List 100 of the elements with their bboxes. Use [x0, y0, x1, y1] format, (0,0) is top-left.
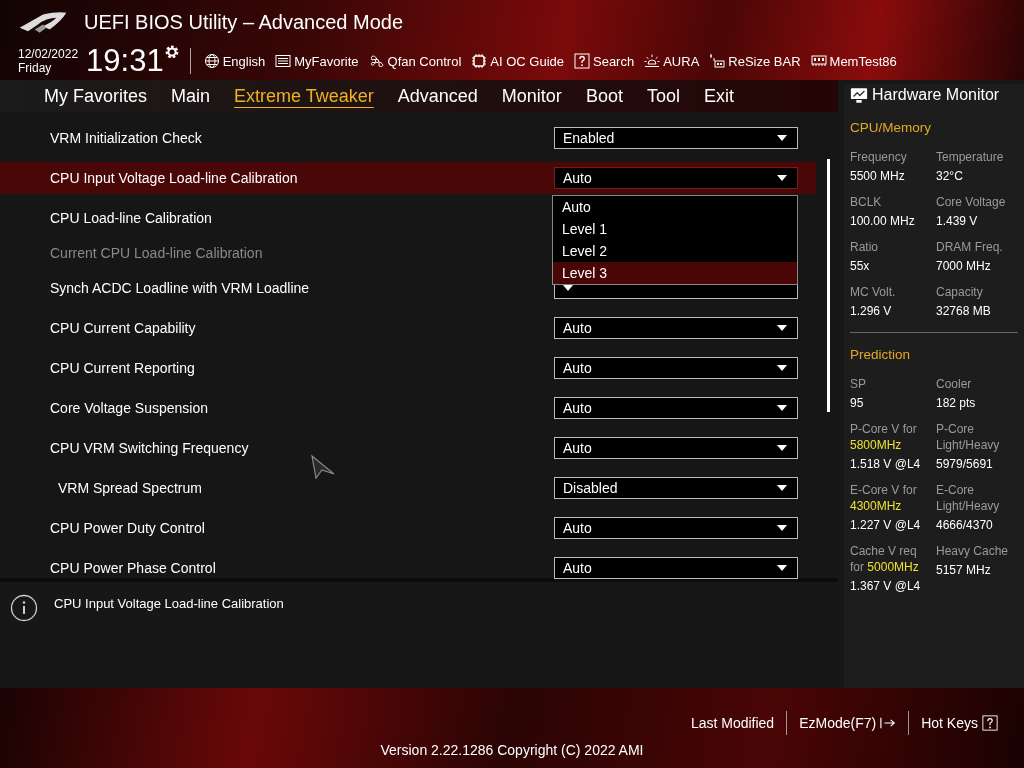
setting-label: CPU Load-line Calibration [50, 210, 212, 226]
sensor-value: 95 [850, 396, 865, 410]
dropdown-option[interactable]: Level 2 [553, 240, 797, 262]
sensor-value: 5157 MHz [936, 563, 992, 577]
globe-icon [203, 53, 220, 69]
info-icon [10, 594, 38, 622]
sensor-label: E-Core V for 4300MHz [850, 482, 918, 514]
sensor-label: BCLK [850, 194, 883, 210]
toolbar-button[interactable]: ReSize BAR [704, 53, 806, 69]
sensor-label: Core Voltage [936, 194, 1007, 210]
sensor-value: 1.296 V [850, 304, 893, 318]
setting-label: VRM Spread Spectrum [58, 480, 202, 496]
menu-tab[interactable]: Boot [573, 80, 635, 112]
section-heading: CPU/Memory [850, 120, 932, 135]
toolbar-button[interactable]: MyFavorite [270, 53, 364, 69]
lamp-icon [644, 53, 661, 69]
sensor-label: Temperature [936, 149, 1005, 165]
menu-tab[interactable]: Monitor [489, 80, 574, 112]
sensor-label: Cooler [936, 376, 973, 392]
caret-icon [777, 135, 787, 141]
card-icon [709, 53, 726, 69]
sensor-label: Capacity [936, 284, 984, 300]
day-text: Friday [18, 61, 53, 75]
caret-icon [777, 525, 787, 531]
sensor-value: 5500 MHz [850, 169, 906, 183]
toolbar-button[interactable]: English [198, 53, 271, 69]
dropdown-field[interactable]: Auto [554, 397, 798, 419]
exit-icon [880, 715, 897, 731]
scrollbar[interactable] [827, 159, 830, 412]
dropdown-field[interactable]: Auto [554, 357, 798, 379]
setting-label: Core Voltage Suspension [50, 400, 208, 416]
dropdown-field[interactable]: Auto [554, 167, 798, 189]
version-text: Version 2.22.1286 Copyright (C) 2022 AMI [380, 742, 644, 758]
setting-label: CPU Power Phase Control [50, 560, 216, 576]
help-text: CPU Input Voltage Load-line Calibration [54, 596, 284, 611]
sensor-label: Heavy Cache [936, 543, 1010, 559]
dropdown-option[interactable]: Level 1 [553, 218, 797, 240]
dropdown-option[interactable]: Level 3 [553, 262, 797, 284]
setting-label: VRM Initialization Check [50, 130, 202, 146]
caret-icon [777, 485, 787, 491]
toolbar-button[interactable]: AI OC Guide [466, 53, 569, 69]
settings-icon[interactable] [163, 44, 180, 60]
menu-tab[interactable]: My Favorites [32, 80, 160, 112]
sensor-label: P-Core V for 5800MHz [850, 421, 918, 453]
dropdown-field[interactable]: Auto [554, 557, 798, 579]
dropdown-field[interactable]: Enabled [554, 127, 798, 149]
menu-tab[interactable]: Advanced [385, 80, 490, 112]
memory-icon [810, 53, 827, 69]
mouse-pointer-icon [310, 454, 336, 480]
sensor-value: 1.367 V @L4 [850, 579, 922, 593]
footer-button[interactable]: EzMode(F7) [787, 715, 909, 731]
setting-label: CPU Current Capability [50, 320, 196, 336]
list-icon [275, 53, 292, 69]
sensor-value: 182 pts [936, 396, 977, 410]
sensor-value: 1.518 V @L4 [850, 457, 922, 471]
caret-icon [777, 405, 787, 411]
sensor-label: DRAM Freq. [936, 239, 1004, 255]
sensor-value: 100.00 MHz [850, 214, 916, 228]
help-icon [574, 53, 590, 69]
caret-icon [777, 325, 787, 331]
section-heading: Prediction [850, 347, 912, 362]
sensor-value: 32°C [936, 169, 964, 183]
sensor-label: SP [850, 376, 867, 392]
panel-title: Hardware Monitor [872, 86, 1000, 104]
toolbar-button[interactable]: AURA [639, 53, 705, 69]
footer-button[interactable]: Last Modified [678, 715, 787, 731]
help-icon [982, 715, 998, 731]
menu-tab[interactable]: Exit [691, 80, 746, 112]
dropdown-field[interactable]: Auto [554, 517, 798, 539]
setting-label: CPU Input Voltage Load-line Calibration [50, 170, 298, 186]
clock-time: 19:31 [86, 43, 164, 79]
menu-tab[interactable]: Extreme Tweaker [222, 80, 386, 112]
monitor-icon [850, 86, 868, 104]
sensor-value: 4666/4370 [936, 518, 994, 532]
caret-icon [777, 445, 787, 451]
fan-icon [368, 53, 385, 69]
date-text: 12/02/2022 [18, 47, 79, 61]
sensor-label: E-Core Light/Heavy [936, 482, 1001, 514]
menu-tab[interactable]: Tool [634, 80, 692, 112]
setting-label: CPU Power Duty Control [50, 520, 205, 536]
caret-icon [777, 565, 787, 571]
dropdown-option[interactable]: Auto [553, 196, 797, 218]
sensor-label: Ratio [850, 239, 879, 255]
sensor-label: MC Volt. [850, 284, 897, 300]
dropdown-field[interactable]: Auto [554, 317, 798, 339]
sensor-value: 1.227 V @L4 [850, 518, 922, 532]
dropdown-field[interactable]: Disabled [554, 477, 798, 499]
setting-label: Current CPU Load-line Calibration [50, 245, 263, 261]
toolbar-button[interactable]: MemTest86 [805, 53, 902, 69]
toolbar-button[interactable]: Qfan Control [363, 53, 467, 69]
footer-button[interactable]: Hot Keys [909, 715, 1010, 731]
sensor-value: 5979/5691 [936, 457, 994, 471]
sensor-label: Cache V req for 5000MHz [850, 543, 920, 575]
sensor-value: 55x [850, 259, 871, 273]
toolbar-button[interactable]: Search [569, 53, 640, 69]
menu-tab[interactable]: Main [159, 80, 223, 112]
window-title: UEFI BIOS Utility – Advanced Mode [84, 10, 404, 34]
sensor-value: 32768 MB [936, 304, 992, 318]
chip-icon [471, 53, 488, 69]
dropdown-field[interactable]: Auto [554, 437, 798, 459]
